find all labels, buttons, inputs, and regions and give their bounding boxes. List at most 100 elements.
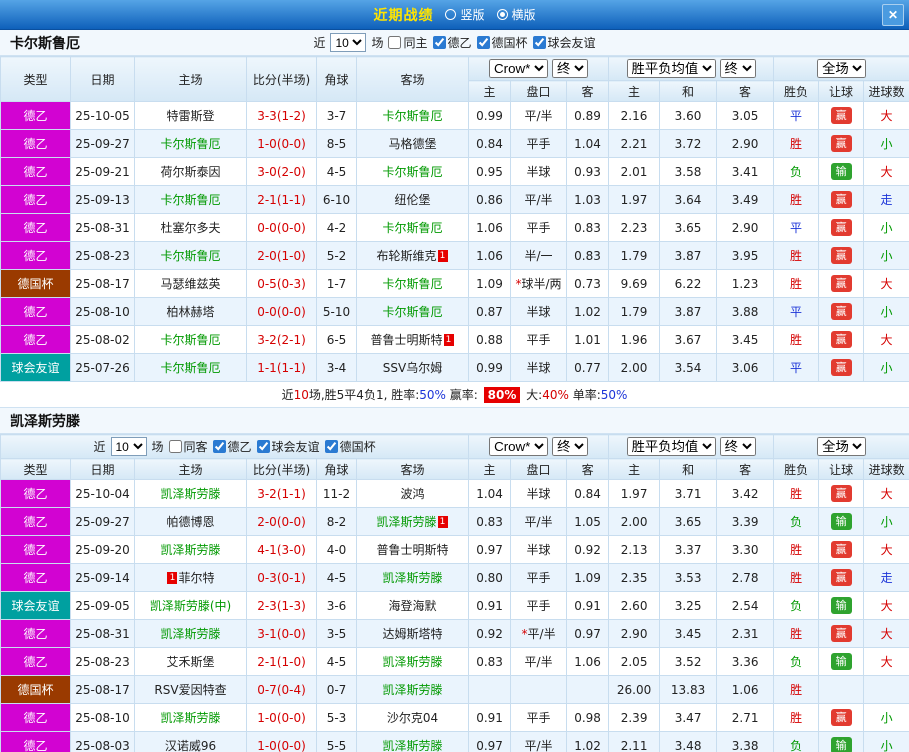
filter-checkbox[interactable]: 德乙 bbox=[432, 34, 472, 51]
checkbox-input[interactable] bbox=[388, 36, 402, 49]
filter-checkbox[interactable]: 德国杯 bbox=[476, 34, 528, 51]
filter-checkbox[interactable]: 德国杯 bbox=[324, 438, 376, 455]
bookmaker-select[interactable]: Crow* bbox=[489, 59, 549, 78]
home-team-cell: 杜塞尔多夫 bbox=[134, 213, 247, 242]
win-odds-cell: 2.13 bbox=[608, 535, 661, 564]
corner-cell: 8-5 bbox=[316, 129, 357, 158]
score-cell: 1-1(1-1) bbox=[246, 353, 317, 382]
scope-select[interactable]: 全场 bbox=[817, 437, 867, 456]
team-name: 卡尔斯鲁厄 bbox=[382, 109, 443, 123]
match-count-select[interactable]: 10 bbox=[110, 437, 147, 456]
checkbox-input[interactable] bbox=[432, 36, 446, 49]
layout-radio-horizontal[interactable]: 横版 bbox=[496, 6, 536, 23]
filter-checkbox[interactable]: 球会友谊 bbox=[532, 34, 596, 51]
result-cell: 胜 bbox=[773, 563, 820, 592]
checkbox-input[interactable] bbox=[476, 36, 490, 49]
away-team-cell: SSV乌尔姆 bbox=[356, 353, 469, 382]
odds-time-select[interactable]: 终 bbox=[719, 59, 756, 78]
match-type-cell: 德乙 bbox=[0, 241, 71, 270]
home-team-cell: 凯泽斯劳滕 bbox=[134, 535, 247, 564]
avg-select[interactable]: 胜平负均值 bbox=[626, 437, 716, 456]
topbar-center: 近期战绩 竖版 横版 bbox=[0, 5, 909, 25]
home-team-cell: RSV爱因特查 bbox=[134, 675, 247, 704]
match-type-cell: 德乙 bbox=[0, 101, 71, 130]
summary-part: 单率: bbox=[568, 388, 601, 402]
match-count-select[interactable]: 10 bbox=[330, 33, 367, 52]
corner-cell: 3-6 bbox=[316, 591, 357, 620]
col-eu-draw: 和 bbox=[659, 458, 718, 480]
draw-odds-cell: 6.22 bbox=[659, 269, 718, 298]
team-title: 凯泽斯劳滕 bbox=[10, 413, 80, 430]
date-cell: 25-08-31 bbox=[70, 213, 135, 242]
handicap-result-cell: 赢 bbox=[818, 297, 865, 326]
odds-time-select[interactable]: 终 bbox=[552, 437, 589, 456]
handicap-line-cell: 平手 bbox=[510, 591, 568, 620]
home-odds-cell: 0.83 bbox=[468, 647, 512, 676]
scope-select[interactable]: 全场 bbox=[817, 59, 867, 78]
win-odds-cell: 2.16 bbox=[608, 101, 661, 130]
corner-cell: 4-5 bbox=[316, 647, 357, 676]
bookmaker-select[interactable]: Crow* bbox=[489, 437, 549, 456]
checkbox-input[interactable] bbox=[532, 36, 546, 49]
team-name: 凯泽斯劳滕 bbox=[382, 683, 443, 697]
date-cell: 25-09-27 bbox=[70, 129, 135, 158]
goals-cell: 大 bbox=[863, 591, 909, 620]
team-name: 菲尔特 bbox=[178, 571, 215, 585]
draw-odds-cell: 3.37 bbox=[659, 535, 718, 564]
team-name: 凯泽斯劳滕 bbox=[376, 515, 437, 529]
date-cell: 25-09-27 bbox=[70, 507, 135, 536]
checkbox-label: 同主 bbox=[403, 36, 428, 50]
result-cell: 胜 bbox=[773, 703, 820, 732]
match-type-cell: 德乙 bbox=[0, 157, 71, 186]
team-name: 达姆斯塔特 bbox=[382, 627, 443, 641]
handicap-result-badge: 赢 bbox=[830, 135, 852, 152]
team-name: 卡尔斯鲁厄 bbox=[382, 165, 443, 179]
odds-time-select[interactable]: 终 bbox=[719, 437, 756, 456]
handicap-result-cell: 输 bbox=[818, 157, 865, 186]
col-odds-home: 主 bbox=[468, 458, 512, 480]
checkbox-input[interactable] bbox=[256, 440, 270, 453]
corner-cell: 6-10 bbox=[316, 185, 357, 214]
win-odds-cell: 2.05 bbox=[608, 647, 661, 676]
team-section-bar: 卡尔斯鲁厄 近 10 场 同主 德乙 德国杯 球会友谊 bbox=[0, 30, 909, 56]
layout-radio-vertical[interactable]: 竖版 bbox=[445, 6, 485, 23]
draw-odds-cell: 13.83 bbox=[659, 675, 718, 704]
handicap-result-badge: 赢 bbox=[830, 107, 852, 124]
home-odds-cell: 0.83 bbox=[468, 507, 512, 536]
match-type-cell: 德乙 bbox=[0, 185, 71, 214]
score-cell: 2-0(1-0) bbox=[246, 241, 317, 270]
filter-checkbox[interactable]: 同客 bbox=[168, 438, 208, 455]
filter-wrap: 近 10 场 同主 德乙 德国杯 球会友谊 bbox=[0, 30, 909, 55]
score-cell: 3-3(1-2) bbox=[246, 101, 317, 130]
handicap-result-cell: 输 bbox=[818, 647, 865, 676]
odds-time-select[interactable]: 终 bbox=[552, 59, 589, 78]
filter-checkbox[interactable]: 同主 bbox=[388, 34, 428, 51]
team-name: 凯泽斯劳滕 bbox=[160, 487, 221, 501]
col-result: 胜负 bbox=[773, 458, 820, 480]
close-button[interactable]: ✕ bbox=[882, 4, 904, 26]
home-odds-cell: 0.87 bbox=[468, 297, 511, 326]
team-name: 凯泽斯劳滕 bbox=[160, 543, 221, 557]
team-name: 特雷斯登 bbox=[166, 109, 215, 123]
home-team-cell: 艾禾斯堡 bbox=[134, 647, 247, 676]
win-odds-cell: 2.90 bbox=[608, 619, 661, 648]
checkbox-input[interactable] bbox=[324, 440, 338, 453]
win-odds-cell: 1.79 bbox=[608, 241, 661, 270]
team-name: 凯泽斯劳滕 bbox=[160, 711, 221, 725]
handicap-result-badge: 输 bbox=[830, 163, 852, 180]
section-team-1: 卡尔斯鲁厄 近 10 场同主 德乙 德国杯 球会友谊 类型 日期 主场 比分(半场) 角球 bbox=[0, 30, 909, 408]
filter-checkbox[interactable]: 德乙 bbox=[212, 438, 252, 455]
handicap-line-cell bbox=[510, 675, 568, 704]
avg-select[interactable]: 胜平负均值 bbox=[626, 59, 716, 78]
col-eu-home: 主 bbox=[608, 458, 661, 480]
result-cell: 负 bbox=[773, 731, 820, 752]
checkbox-input[interactable] bbox=[212, 440, 226, 453]
handicap-result-badge: 输 bbox=[830, 737, 852, 752]
team-name: 普鲁士明斯特 bbox=[370, 333, 443, 347]
filter-checkbox[interactable]: 球会友谊 bbox=[256, 438, 320, 455]
home-odds-cell: 0.97 bbox=[468, 535, 512, 564]
checkbox-input[interactable] bbox=[168, 440, 182, 453]
layout-radio-label: 竖版 bbox=[460, 8, 485, 22]
match-row: 球会友谊 25-07-26 卡尔斯鲁厄 1-1(1-1) 3-4 SSV乌尔姆 0.99 半球… bbox=[0, 353, 909, 382]
away-odds-cell: 1.01 bbox=[565, 325, 610, 354]
